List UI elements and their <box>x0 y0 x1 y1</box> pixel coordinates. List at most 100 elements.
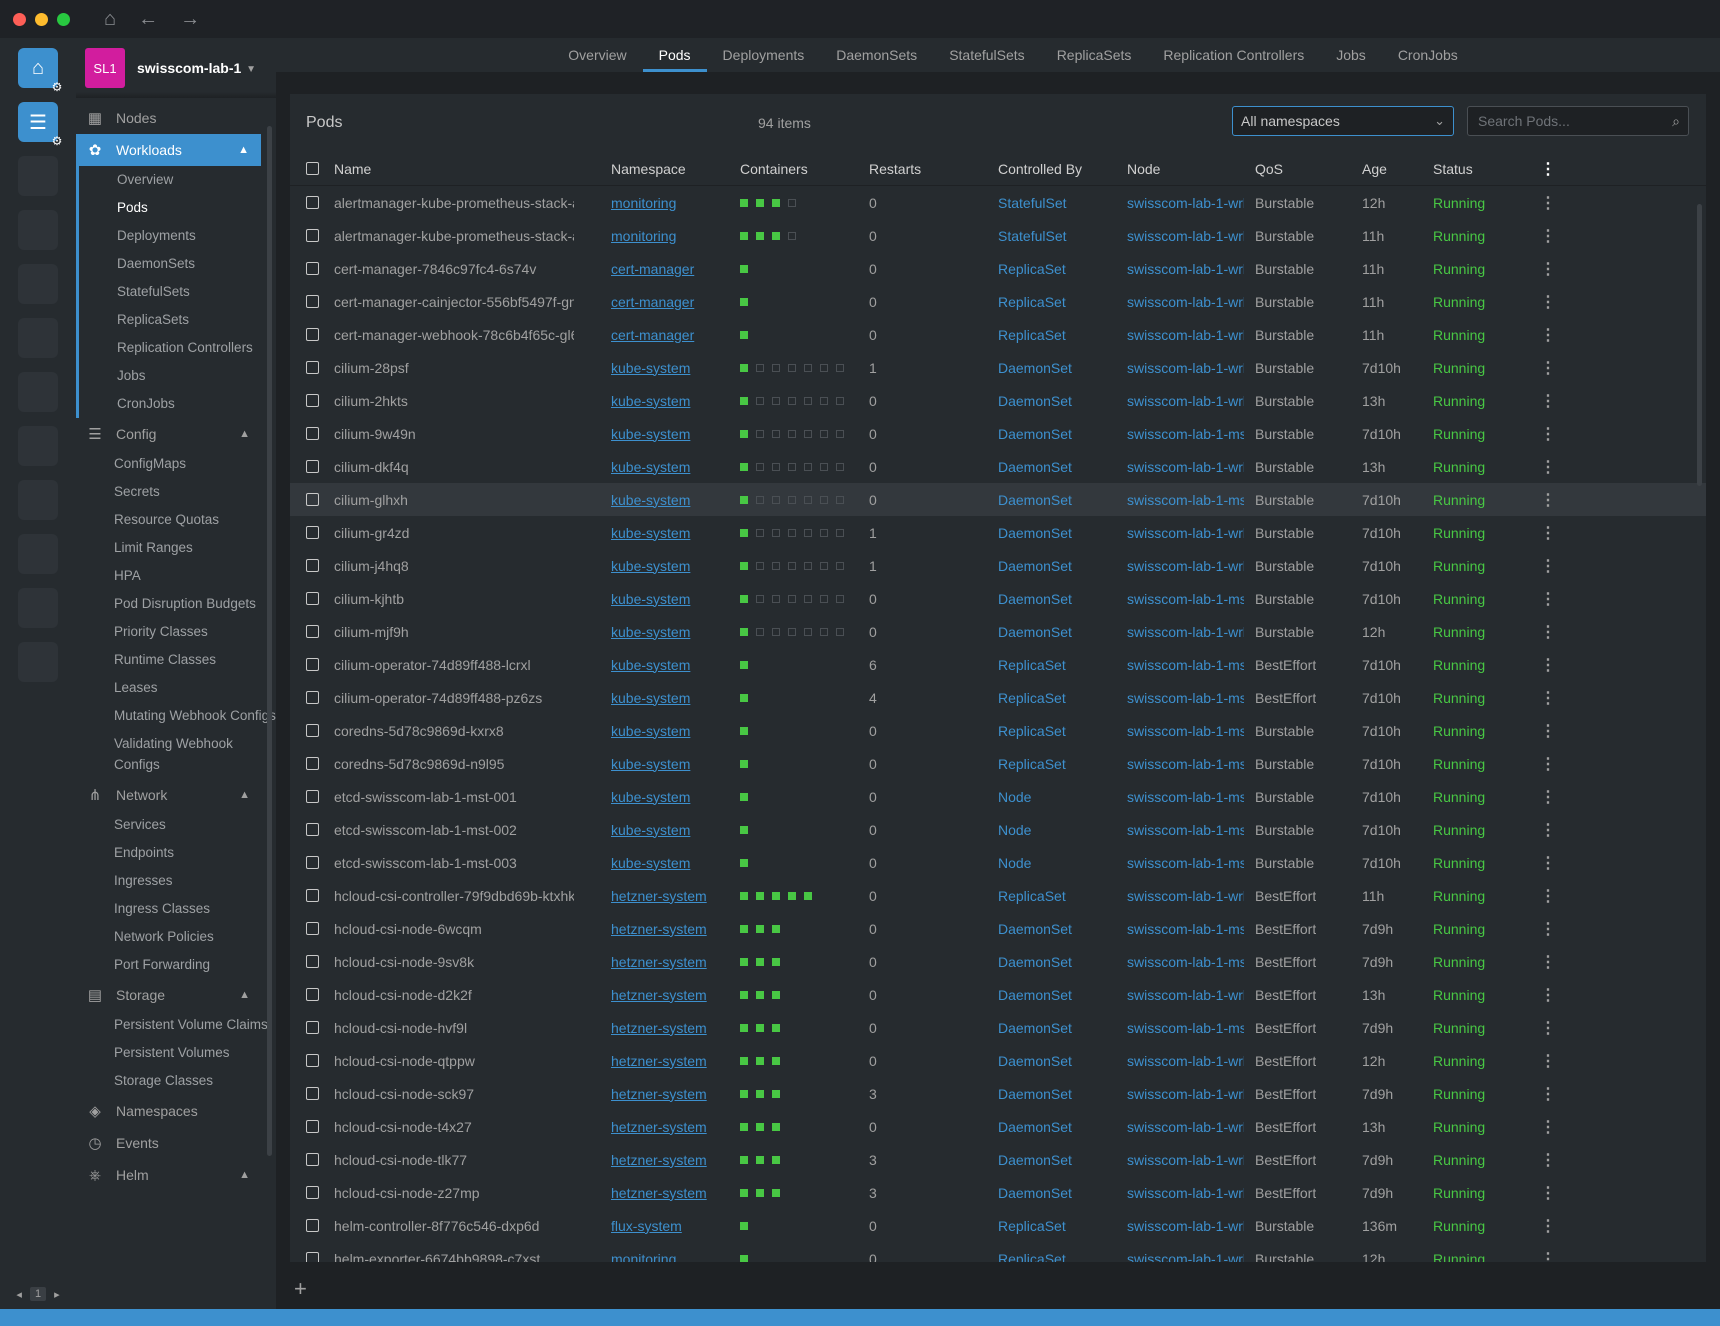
container-status-indicator[interactable] <box>836 595 844 603</box>
pod-name[interactable]: cilium-operator-74d89ff488-pz6zs <box>334 690 574 706</box>
table-row[interactable]: cilium-operator-74d89ff488-lcrxl kube-sys… <box>290 648 1706 681</box>
container-status-indicator[interactable] <box>772 364 780 372</box>
close-window-button[interactable] <box>13 12 26 26</box>
row-checkbox[interactable] <box>306 559 319 572</box>
home-icon[interactable]: ⌂ <box>104 8 116 31</box>
row-menu-icon[interactable]: ⋮ <box>1540 754 1554 774</box>
container-status-indicator[interactable] <box>740 694 748 702</box>
container-status-indicator[interactable] <box>772 1189 780 1197</box>
container-status-indicator[interactable] <box>836 364 844 372</box>
sidebar-item-nodes[interactable]: ▦ Nodes <box>76 102 276 134</box>
table-row[interactable]: cilium-9w49n kube-system 0 DaemonSet swissco… <box>290 417 1706 450</box>
row-menu-icon[interactable]: ⋮ <box>1540 1084 1554 1104</box>
container-status-indicator[interactable] <box>804 463 812 471</box>
container-status-indicator[interactable] <box>756 1123 764 1131</box>
container-status-indicator[interactable] <box>820 562 828 570</box>
container-status-indicator[interactable] <box>740 1156 748 1164</box>
table-row[interactable]: hcloud-csi-node-d2k2f hetzner-system 0 Daem… <box>290 978 1706 1011</box>
container-status-indicator[interactable] <box>740 1090 748 1098</box>
container-status-indicator[interactable] <box>772 562 780 570</box>
column-header-namespace[interactable]: Namespace <box>611 161 731 177</box>
table-row[interactable]: cilium-2hkts kube-system 0 DaemonSet swissco… <box>290 384 1706 417</box>
container-status-indicator[interactable] <box>740 364 748 372</box>
row-menu-icon[interactable]: ⋮ <box>1540 226 1554 246</box>
pod-name[interactable]: cilium-kjhtb <box>334 591 574 607</box>
row-checkbox[interactable] <box>306 823 319 836</box>
container-status-indicator[interactable] <box>756 1090 764 1098</box>
pod-controlled-by-link[interactable]: DaemonSet <box>998 1086 1072 1102</box>
table-row[interactable]: cilium-28psf kube-system 1 DaemonSet swissco… <box>290 351 1706 384</box>
pod-controlled-by-link[interactable]: DaemonSet <box>998 921 1072 937</box>
tab-cronjobs[interactable]: CronJobs <box>1382 38 1474 72</box>
row-menu-icon[interactable]: ⋮ <box>1540 787 1554 807</box>
pod-name[interactable]: etcd-swisscom-lab-1-mst-002 <box>334 822 574 838</box>
container-status-indicator[interactable] <box>804 595 812 603</box>
container-status-indicator[interactable] <box>740 529 748 537</box>
row-menu-icon[interactable]: ⋮ <box>1540 1051 1554 1071</box>
pod-node-link[interactable]: swisscom-lab-1-mst <box>1127 954 1244 970</box>
pod-node-link[interactable]: swisscom-lab-1-wrk <box>1127 888 1244 904</box>
pod-controlled-by-link[interactable]: DaemonSet <box>998 558 1072 574</box>
pod-controlled-by-link[interactable]: ReplicaSet <box>998 723 1066 739</box>
container-status-indicator[interactable] <box>756 925 764 933</box>
table-row[interactable]: hcloud-csi-node-t4x27 hetzner-system 0 Daem… <box>290 1110 1706 1143</box>
pod-name[interactable]: hcloud-csi-controller-79f9dbd69b-ktxhk <box>334 888 574 904</box>
pod-namespace-link[interactable]: hetzner-system <box>611 888 731 904</box>
container-status-indicator[interactable] <box>740 298 748 306</box>
table-row[interactable]: etcd-swisscom-lab-1-mst-002 kube-system 0 N… <box>290 813 1706 846</box>
container-status-indicator[interactable] <box>772 1024 780 1032</box>
column-header-containers[interactable]: Containers <box>740 161 808 177</box>
sidebar-item-services[interactable]: Services <box>76 811 276 839</box>
table-row[interactable]: helm-exporter-6674bb9898-c7xst monitoring… <box>290 1242 1706 1262</box>
container-status-indicator[interactable] <box>740 331 748 339</box>
select-all-checkbox[interactable] <box>306 162 319 175</box>
container-status-indicator[interactable] <box>756 529 764 537</box>
pod-name[interactable]: cilium-operator-74d89ff488-lcrxl <box>334 657 574 673</box>
container-status-indicator[interactable] <box>772 1057 780 1065</box>
pod-controlled-by-link[interactable]: DaemonSet <box>998 1119 1072 1135</box>
table-row[interactable]: etcd-swisscom-lab-1-mst-001 kube-system 0 N… <box>290 780 1706 813</box>
container-status-indicator[interactable] <box>756 628 764 636</box>
sidebar-item-cronjobs[interactable]: CronJobs <box>79 390 261 418</box>
container-status-indicator[interactable] <box>740 1123 748 1131</box>
pod-name[interactable]: coredns-5d78c9869d-n9l95 <box>334 756 574 772</box>
row-menu-icon[interactable]: ⋮ <box>1540 688 1554 708</box>
pod-controlled-by-link[interactable]: DaemonSet <box>998 1152 1072 1168</box>
pod-node-link[interactable]: swisscom-lab-1-wrk <box>1127 1251 1244 1263</box>
pod-node-link[interactable]: swisscom-lab-1-mst <box>1127 723 1244 739</box>
pod-name[interactable]: helm-exporter-6674bb9898-c7xst <box>334 1251 574 1263</box>
hotbar-item[interactable] <box>18 210 58 250</box>
pod-node-link[interactable]: swisscom-lab-1-wrk <box>1127 459 1244 475</box>
container-status-indicator[interactable] <box>836 496 844 504</box>
pod-namespace-link[interactable]: kube-system <box>611 789 731 805</box>
container-status-indicator[interactable] <box>836 463 844 471</box>
container-status-indicator[interactable] <box>788 595 796 603</box>
sidebar-item-overview[interactable]: Overview <box>79 166 261 194</box>
container-status-indicator[interactable] <box>740 463 748 471</box>
pod-node-link[interactable]: swisscom-lab-1-wrk <box>1127 1152 1244 1168</box>
pod-namespace-link[interactable]: kube-system <box>611 591 731 607</box>
pod-controlled-by-link[interactable]: DaemonSet <box>998 426 1072 442</box>
container-status-indicator[interactable] <box>740 265 748 273</box>
columns-menu-icon[interactable]: ⋮ <box>1540 159 1554 179</box>
pod-namespace-link[interactable]: hetzner-system <box>611 1185 731 1201</box>
hotbar-item[interactable]: ☰ ⚙ <box>18 102 62 148</box>
table-row[interactable]: cilium-mjf9h kube-system 0 DaemonSet swissco… <box>290 615 1706 648</box>
hotbar-item[interactable] <box>18 534 58 574</box>
sidebar-item-statefulsets[interactable]: StatefulSets <box>79 278 261 306</box>
row-menu-icon[interactable]: ⋮ <box>1540 985 1554 1005</box>
pod-node-link[interactable]: swisscom-lab-1-wrk <box>1127 1053 1244 1069</box>
hotbar-next-icon[interactable]: ▸ <box>54 1288 60 1301</box>
container-status-indicator[interactable] <box>740 727 748 735</box>
container-status-indicator[interactable] <box>804 892 812 900</box>
row-menu-icon[interactable]: ⋮ <box>1540 622 1554 642</box>
container-status-indicator[interactable] <box>820 496 828 504</box>
container-status-indicator[interactable] <box>740 793 748 801</box>
sidebar-item-deployments[interactable]: Deployments <box>79 222 261 250</box>
pod-namespace-link[interactable]: kube-system <box>611 558 731 574</box>
pod-namespace-link[interactable]: kube-system <box>611 657 731 673</box>
container-status-indicator[interactable] <box>836 628 844 636</box>
table-row[interactable]: alertmanager-kube-prometheus-stack-alert… <box>290 186 1706 219</box>
sidebar-item-validating-webhook-configs[interactable]: Validating Webhook Configs <box>76 730 276 779</box>
sidebar-item-limit-ranges[interactable]: Limit Ranges <box>76 534 276 562</box>
